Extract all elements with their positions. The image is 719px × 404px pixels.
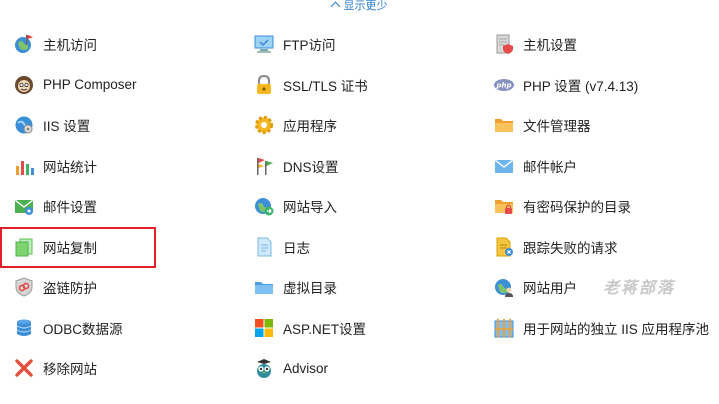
tool-label: FTP访问	[283, 38, 336, 54]
tool-label: 移除网站	[43, 362, 97, 378]
host-access-icon	[13, 33, 35, 55]
tool-label: 应用程序	[283, 119, 337, 135]
owl-icon	[253, 357, 275, 379]
tool-label: SSL/TLS 证书	[283, 78, 368, 94]
file-manager-icon	[493, 114, 515, 136]
mail-account-icon	[493, 155, 515, 177]
remove-icon	[13, 357, 35, 379]
tool-label: 网站统计	[43, 159, 97, 175]
tool-mail-settings[interactable]: 邮件设置	[0, 186, 240, 227]
failed-requests-icon	[493, 236, 515, 258]
tool-iis-settings[interactable]: IIS 设置	[0, 105, 240, 146]
gear-icon	[253, 114, 275, 136]
tool-label: 盗链防护	[43, 281, 97, 297]
tool-odbc[interactable]: ODBC数据源	[0, 308, 240, 349]
tool-label: 用于网站的独立 IIS 应用程序池	[523, 321, 710, 337]
dns-flags-icon	[253, 155, 275, 177]
php-icon: php	[493, 74, 515, 96]
tools-column-3: 主机设置 php PHP 设置 (v7.4.13) 文件管理器 邮件帐户 有密码…	[480, 24, 719, 348]
tool-web-statistics[interactable]: 网站统计	[0, 146, 240, 187]
tool-applications[interactable]: 应用程序	[240, 105, 480, 146]
iis-settings-icon	[13, 114, 35, 136]
show-less-label: 显示更少	[343, 0, 388, 12]
tool-php-settings[interactable]: php PHP 设置 (v7.4.13)	[480, 65, 719, 106]
tool-label: 虚拟目录	[283, 281, 337, 297]
tool-remove-website[interactable]: 移除网站	[0, 348, 240, 389]
tool-advisor[interactable]: Advisor	[240, 348, 480, 389]
tool-hotlink-protection[interactable]: 盗链防护	[0, 267, 240, 308]
website-copy-icon	[13, 236, 35, 258]
tools-column-1: 主机访问 PHP Composer IIS 设置 网站统计 邮件设置 网站复制	[0, 24, 240, 389]
tool-label: 网站复制	[43, 240, 97, 256]
tool-label: 网站导入	[283, 200, 337, 216]
tool-label: 网站用户	[523, 281, 577, 297]
tool-label: ODBC数据源	[43, 321, 123, 337]
log-icon	[253, 236, 275, 258]
aspnet-icon	[253, 317, 275, 339]
tool-label: 有密码保护的目录	[523, 200, 631, 216]
tool-host-access[interactable]: 主机访问	[0, 24, 240, 65]
ftp-icon	[253, 33, 275, 55]
tool-label: PHP 设置 (v7.4.13)	[523, 78, 639, 94]
tool-web-users[interactable]: 网站用户	[480, 267, 719, 308]
tool-label: 主机设置	[523, 38, 577, 54]
tool-label: ASP.NET设置	[283, 321, 367, 337]
tool-website-copy[interactable]: 网站复制	[0, 227, 240, 268]
tool-ftp-access[interactable]: FTP访问	[240, 24, 480, 65]
tool-label: 跟踪失败的请求	[523, 240, 618, 256]
tool-php-composer[interactable]: PHP Composer	[0, 65, 240, 106]
tool-website-import[interactable]: 网站导入	[240, 186, 480, 227]
tool-logs[interactable]: 日志	[240, 227, 480, 268]
tool-failed-request-tracing[interactable]: 跟踪失败的请求	[480, 227, 719, 268]
tool-aspnet-settings[interactable]: ASP.NET设置	[240, 308, 480, 349]
hotlink-protection-icon	[13, 276, 35, 298]
web-users-icon	[493, 276, 515, 298]
tool-mail-accounts[interactable]: 邮件帐户	[480, 146, 719, 187]
folder-icon	[253, 276, 275, 298]
statistics-icon	[13, 155, 35, 177]
watermark: 老蒋部落	[603, 280, 676, 297]
chevron-up-icon	[330, 1, 340, 12]
tools-column-2: FTP访问 SSL/TLS 证书 应用程序 DNS设置 网站导入 日志 虚拟目录…	[240, 24, 480, 389]
tool-ssl-certificate[interactable]: SSL/TLS 证书	[240, 65, 480, 106]
tool-label: 日志	[283, 240, 310, 256]
host-settings-icon	[493, 33, 515, 55]
website-import-icon	[253, 195, 275, 217]
tool-label: 邮件设置	[43, 200, 97, 216]
protected-folder-icon	[493, 195, 515, 217]
lock-icon	[253, 74, 275, 96]
tool-label: 文件管理器	[523, 119, 591, 135]
tool-label: 主机访问	[43, 38, 97, 54]
tool-protected-directories[interactable]: 有密码保护的目录	[480, 186, 719, 227]
tool-virtual-directories[interactable]: 虚拟目录	[240, 267, 480, 308]
svg-text:php: php	[495, 81, 511, 89]
mail-settings-icon	[13, 195, 35, 217]
app-pool-icon	[493, 317, 515, 339]
tool-dns-settings[interactable]: DNS设置	[240, 146, 480, 187]
tool-label: IIS 设置	[43, 119, 91, 135]
tool-iis-app-pool[interactable]: 用于网站的独立 IIS 应用程序池	[480, 308, 719, 349]
tool-host-settings[interactable]: 主机设置	[480, 24, 719, 65]
database-icon	[13, 317, 35, 339]
show-less-link[interactable]: 显示更少	[0, 0, 719, 14]
tool-label: PHP Composer	[43, 77, 137, 93]
tool-label: Advisor	[283, 360, 329, 376]
tool-label: DNS设置	[283, 159, 339, 175]
tool-label: 邮件帐户	[523, 159, 577, 175]
tool-file-manager[interactable]: 文件管理器	[480, 105, 719, 146]
composer-icon	[13, 74, 35, 96]
